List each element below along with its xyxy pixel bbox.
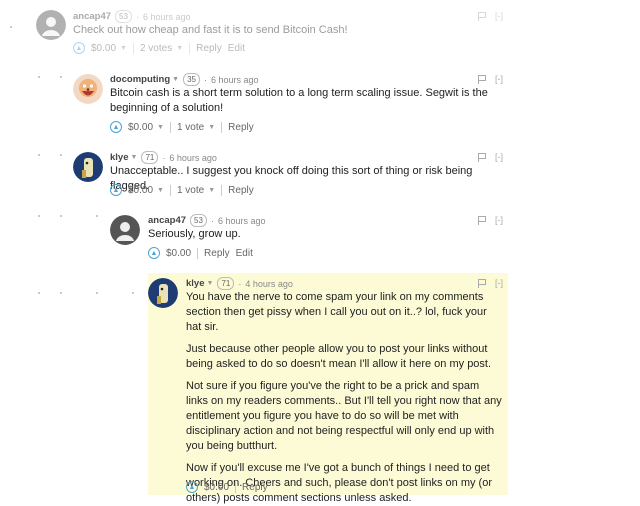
caret-down-icon[interactable]: ▼ bbox=[131, 154, 138, 161]
edit-link[interactable]: Edit bbox=[228, 43, 245, 54]
author-name[interactable]: klye bbox=[186, 278, 205, 289]
divider bbox=[221, 184, 223, 196]
decor-dot bbox=[132, 292, 134, 294]
author-name[interactable]: docomputing bbox=[110, 74, 170, 85]
decor-dot bbox=[60, 76, 62, 78]
decor-dot bbox=[96, 215, 98, 217]
vote-count[interactable]: 2 votes bbox=[140, 43, 172, 54]
collapse-button[interactable]: [-] bbox=[495, 152, 503, 162]
decor-dot bbox=[38, 76, 40, 78]
chevron-up-icon[interactable]: ▲ bbox=[73, 42, 85, 54]
chevron-up-icon[interactable]: ▲ bbox=[148, 247, 160, 259]
author-name[interactable]: ancap47 bbox=[148, 215, 186, 226]
avatar-docomputing[interactable] bbox=[73, 74, 103, 104]
reply-link[interactable]: Reply bbox=[228, 185, 254, 196]
collapse-button[interactable]: [-] bbox=[495, 215, 503, 225]
timestamp[interactable]: 6 hours ago bbox=[169, 153, 217, 163]
payout-amount[interactable]: $0.00 bbox=[204, 482, 229, 493]
decor-dot bbox=[10, 26, 12, 28]
reply-link[interactable]: Reply bbox=[204, 248, 230, 259]
decor-dot bbox=[38, 154, 40, 156]
payout-amount[interactable]: $0.00 bbox=[91, 43, 116, 54]
reputation-badge: 53 bbox=[190, 214, 207, 227]
avatar-ancap47[interactable] bbox=[36, 10, 66, 40]
flag-icon[interactable] bbox=[478, 278, 486, 288]
chevron-up-icon[interactable]: ▲ bbox=[110, 121, 122, 133]
reputation-badge: 71 bbox=[141, 151, 159, 164]
caret-down-icon[interactable]: ▼ bbox=[208, 124, 215, 131]
decor-dot bbox=[60, 292, 62, 294]
flag-icon[interactable] bbox=[478, 152, 486, 162]
vote-count[interactable]: 1 vote bbox=[177, 122, 204, 133]
flag-icon[interactable] bbox=[478, 11, 486, 21]
divider bbox=[235, 481, 237, 493]
caret-down-icon[interactable]: ▼ bbox=[176, 45, 183, 52]
comment-text: Bitcoin cash is a short term solution to… bbox=[110, 87, 488, 114]
reputation-badge: 53 bbox=[115, 10, 132, 23]
author-name[interactable]: ancap47 bbox=[73, 11, 111, 22]
caret-down-icon[interactable]: ▼ bbox=[157, 187, 164, 194]
decor-dot bbox=[38, 215, 40, 217]
divider bbox=[132, 42, 134, 54]
reputation-badge: 35 bbox=[183, 73, 200, 86]
comment-paragraph: You have the nerve to come spam your lin… bbox=[186, 291, 487, 333]
caret-down-icon[interactable]: ▼ bbox=[208, 187, 215, 194]
caret-down-icon[interactable]: ▼ bbox=[157, 124, 164, 131]
divider bbox=[169, 121, 171, 133]
reply-link[interactable]: Reply bbox=[228, 122, 254, 133]
payout-amount[interactable]: $0.00 bbox=[128, 185, 153, 196]
comment-text: Seriously, grow up. bbox=[148, 228, 241, 240]
caret-down-icon[interactable]: ▼ bbox=[172, 76, 179, 83]
edit-link[interactable]: Edit bbox=[236, 248, 253, 259]
collapse-button[interactable]: [-] bbox=[495, 11, 503, 21]
avatar-klye[interactable] bbox=[148, 278, 178, 308]
chevron-up-icon[interactable]: ▲ bbox=[110, 184, 122, 196]
reply-link[interactable]: Reply bbox=[242, 482, 268, 493]
reply-link[interactable]: Reply bbox=[196, 43, 222, 54]
chevron-up-icon[interactable]: ▲ bbox=[186, 481, 198, 493]
timestamp[interactable]: 6 hours ago bbox=[143, 12, 191, 22]
caret-down-icon[interactable]: ▼ bbox=[207, 280, 214, 287]
timestamp[interactable]: 6 hours ago bbox=[218, 216, 266, 226]
author-name[interactable]: klye bbox=[110, 152, 129, 163]
payout-amount[interactable]: $0.00 bbox=[166, 248, 191, 259]
comment-text: Check out how cheap and fast it is to se… bbox=[73, 24, 348, 36]
flag-icon[interactable] bbox=[478, 74, 486, 84]
comment-paragraph: Just because other people allow you to p… bbox=[186, 343, 492, 370]
divider bbox=[189, 42, 191, 54]
collapse-button[interactable]: [-] bbox=[495, 278, 503, 288]
timestamp[interactable]: 6 hours ago bbox=[211, 75, 259, 85]
decor-dot bbox=[38, 292, 40, 294]
decor-dot bbox=[60, 215, 62, 217]
flag-icon[interactable] bbox=[478, 215, 486, 225]
comment-paragraph: Not sure if you figure you've the right … bbox=[186, 380, 502, 452]
avatar-klye[interactable] bbox=[73, 152, 103, 182]
decor-dot bbox=[96, 292, 98, 294]
collapse-button[interactable]: [-] bbox=[495, 74, 503, 84]
caret-down-icon[interactable]: ▼ bbox=[120, 45, 127, 52]
reputation-badge: 71 bbox=[217, 277, 235, 290]
divider bbox=[197, 247, 199, 259]
divider bbox=[221, 121, 223, 133]
timestamp[interactable]: 4 hours ago bbox=[245, 279, 293, 289]
payout-amount[interactable]: $0.00 bbox=[128, 122, 153, 133]
divider bbox=[169, 184, 171, 196]
avatar-ancap47[interactable] bbox=[110, 215, 140, 245]
vote-count[interactable]: 1 vote bbox=[177, 185, 204, 196]
decor-dot bbox=[60, 154, 62, 156]
